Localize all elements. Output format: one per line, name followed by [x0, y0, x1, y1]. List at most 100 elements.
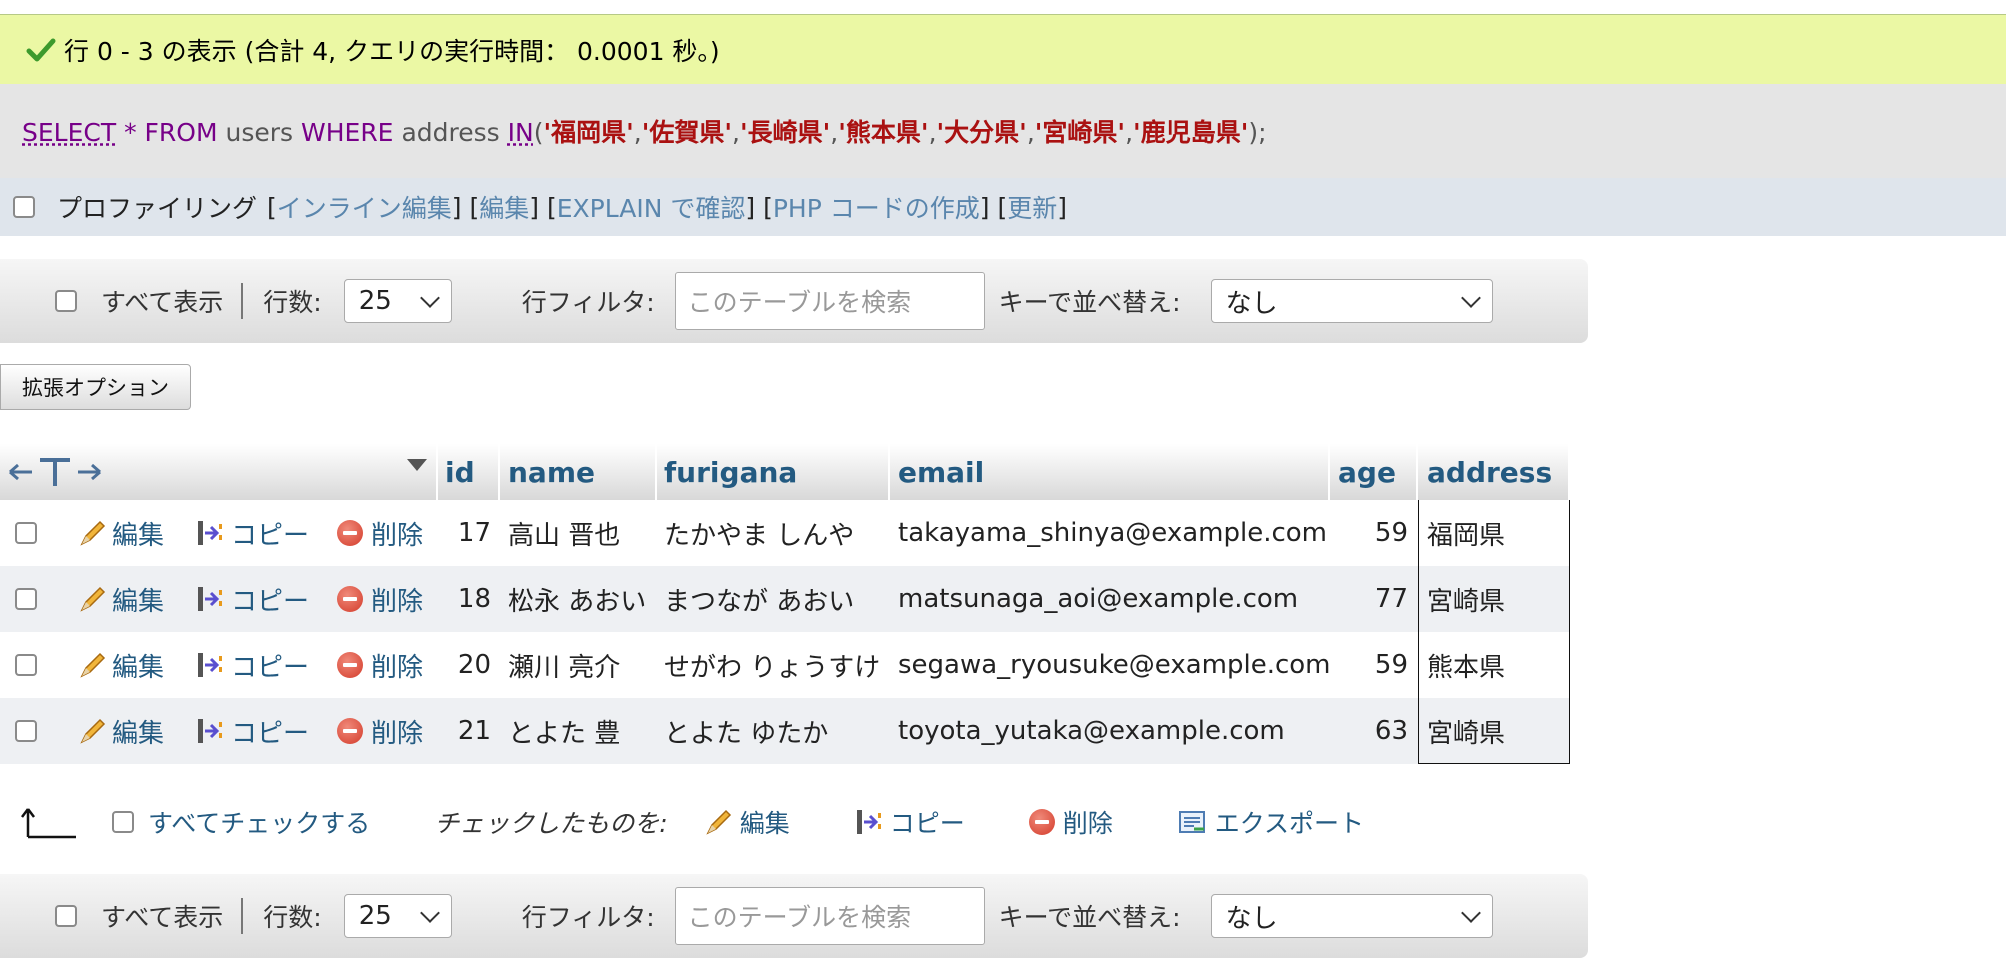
row-edit-button[interactable]: 編集: [78, 632, 164, 698]
row-delete-button[interactable]: 削除: [337, 632, 423, 698]
sort-select[interactable]: なし: [1210, 279, 1493, 323]
cell-id: 20: [457, 650, 491, 680]
cell-furigana: とよた ゆたか: [664, 718, 829, 749]
php-code-link[interactable]: PHP コードの作成: [773, 189, 980, 225]
show-all-checkbox[interactable]: [55, 905, 77, 927]
sort-triangle-icon[interactable]: [406, 458, 428, 472]
cell-id: 21: [457, 716, 491, 746]
row-edit-label: 編集: [112, 586, 165, 617]
cell-id: 17: [457, 518, 491, 548]
explain-link[interactable]: EXPLAIN で確認: [557, 189, 746, 225]
sql-value: '大分県': [936, 118, 1027, 147]
table-filter-input[interactable]: このテーブルを検索: [674, 887, 985, 945]
row-copy-label: コピー: [231, 586, 310, 617]
bulk-copy-button[interactable]: コピー: [854, 804, 965, 840]
row-edit-button[interactable]: 編集: [78, 500, 164, 566]
cell-age: 59: [1374, 518, 1408, 548]
row-copy-button[interactable]: コピー: [195, 698, 309, 764]
refresh-link[interactable]: 更新: [1007, 189, 1057, 225]
row-delete-button[interactable]: 削除: [337, 698, 423, 764]
bulk-export-button[interactable]: エクスポート: [1177, 804, 1364, 840]
show-all-checkbox[interactable]: [55, 290, 77, 312]
navigation-bar-top: すべて表示 行数: 25 行フィルタ: このテーブルを検索 キーで並べ替え: な…: [0, 259, 1588, 343]
sql-value: '宮崎県': [1034, 118, 1126, 147]
extended-options-button[interactable]: 拡張オプション: [0, 364, 191, 410]
row-delete-button[interactable]: 削除: [337, 566, 423, 632]
column-header-id[interactable]: id: [445, 444, 475, 500]
table-filter-input[interactable]: このテーブルを検索: [674, 272, 985, 330]
check-all-link[interactable]: すべてチェックする: [148, 804, 370, 840]
cell-age: 59: [1374, 650, 1408, 680]
bulk-actions-bar: すべてチェックする チェックしたものを: 編集 コピー 削除 エクスポート: [0, 790, 1500, 854]
column-header-furigana[interactable]: furigana: [664, 444, 797, 500]
sql-keyword-from: FROM: [144, 118, 218, 147]
result-message: 行 0 - 3 の表示 (合計 4, クエリの実行時間： 0.0001 秒。): [64, 36, 720, 66]
rows-value: 25: [358, 901, 392, 931]
column-header-address[interactable]: address: [1427, 444, 1552, 500]
rows-label: 行数:: [263, 288, 322, 317]
profiling-label: プロファイリング: [57, 194, 258, 223]
row-copy-label: コピー: [231, 520, 310, 551]
row-copy-button[interactable]: コピー: [195, 500, 309, 566]
cell-name: 松永 あおい: [508, 586, 647, 617]
bulk-edit-button[interactable]: 編集: [704, 804, 790, 840]
rows-select[interactable]: 25: [343, 279, 452, 323]
sort-value: なし: [1225, 288, 1278, 319]
edit-link[interactable]: 編集: [479, 189, 529, 225]
row-edit-button[interactable]: 編集: [78, 566, 164, 632]
sql-table: users: [225, 118, 294, 147]
move-arrows-icon: [9, 458, 101, 486]
sql-keyword-select[interactable]: SELECT: [22, 118, 116, 147]
show-all-label: すべて表示: [101, 288, 224, 317]
arrow-up-icon: [21, 808, 76, 839]
cell-age: 77: [1374, 584, 1408, 614]
bulk-delete-button[interactable]: 削除: [1028, 804, 1113, 840]
row-copy-button[interactable]: コピー: [195, 632, 309, 698]
check-all-checkbox[interactable]: [112, 811, 134, 833]
cell-email: segawa_ryousuke@example.com: [898, 650, 1331, 680]
profiling-checkbox[interactable]: [13, 196, 35, 218]
chevron-down-icon: [1460, 903, 1481, 923]
rows-select[interactable]: 25: [343, 894, 452, 938]
copy-icon: [198, 719, 222, 743]
table-row: 編集 コピー 削除 20 瀬川 亮介 せがわ りょうすけ segawa_ryousuke@e…: [0, 632, 1570, 698]
cell-furigana: せがわ りょうすけ: [664, 652, 881, 683]
row-checkbox[interactable]: [15, 522, 37, 544]
bulk-export-label: エクスポート: [1214, 809, 1365, 838]
row-delete-button[interactable]: 削除: [337, 500, 423, 566]
cell-email: takayama_shinya@example.com: [898, 518, 1327, 548]
sql-value: '長崎県': [739, 118, 831, 147]
sql-value: '鹿児島県': [1133, 118, 1249, 147]
sort-select[interactable]: なし: [1210, 894, 1493, 938]
pencil-icon: [80, 586, 106, 612]
row-checkbox[interactable]: [15, 720, 37, 742]
row-copy-label: コピー: [231, 652, 310, 683]
navigation-bar-bottom: すべて表示 行数: 25 行フィルタ: このテーブルを検索 キーで並べ替え: な…: [0, 874, 1588, 958]
row-checkbox[interactable]: [15, 654, 37, 676]
divider: [241, 898, 244, 934]
delete-icon: [337, 520, 363, 546]
table-row: 編集 コピー 削除 21 とよた 豊 とよた ゆたか toyota_yutaka@examp…: [0, 698, 1570, 764]
column-header-name[interactable]: name: [508, 444, 595, 500]
inline-edit-link[interactable]: インライン編集: [277, 189, 452, 225]
filter-label: 行フィルタ:: [521, 288, 655, 317]
column-header-age[interactable]: age: [1338, 444, 1396, 500]
row-delete-label: 削除: [371, 652, 424, 683]
pencil-icon: [80, 520, 106, 546]
row-copy-button[interactable]: コピー: [195, 566, 309, 632]
row-edit-button[interactable]: 編集: [78, 698, 164, 764]
filter-placeholder: このテーブルを検索: [687, 288, 912, 317]
export-icon: [1178, 811, 1205, 833]
rows-value: 25: [358, 286, 392, 316]
cell-name: とよた 豊: [508, 718, 621, 749]
cell-name: 高山 晋也: [508, 520, 621, 551]
row-delete-label: 削除: [371, 586, 424, 617]
sql-keyword-in[interactable]: IN: [508, 118, 534, 147]
chevron-down-icon: [419, 288, 440, 308]
column-move-arrows[interactable]: [6, 444, 104, 500]
cell-furigana: たかやま しんや: [664, 520, 855, 551]
row-checkbox[interactable]: [15, 588, 37, 610]
copy-icon: [856, 810, 881, 834]
show-all-label: すべて表示: [101, 903, 224, 932]
column-header-email[interactable]: email: [898, 444, 984, 500]
